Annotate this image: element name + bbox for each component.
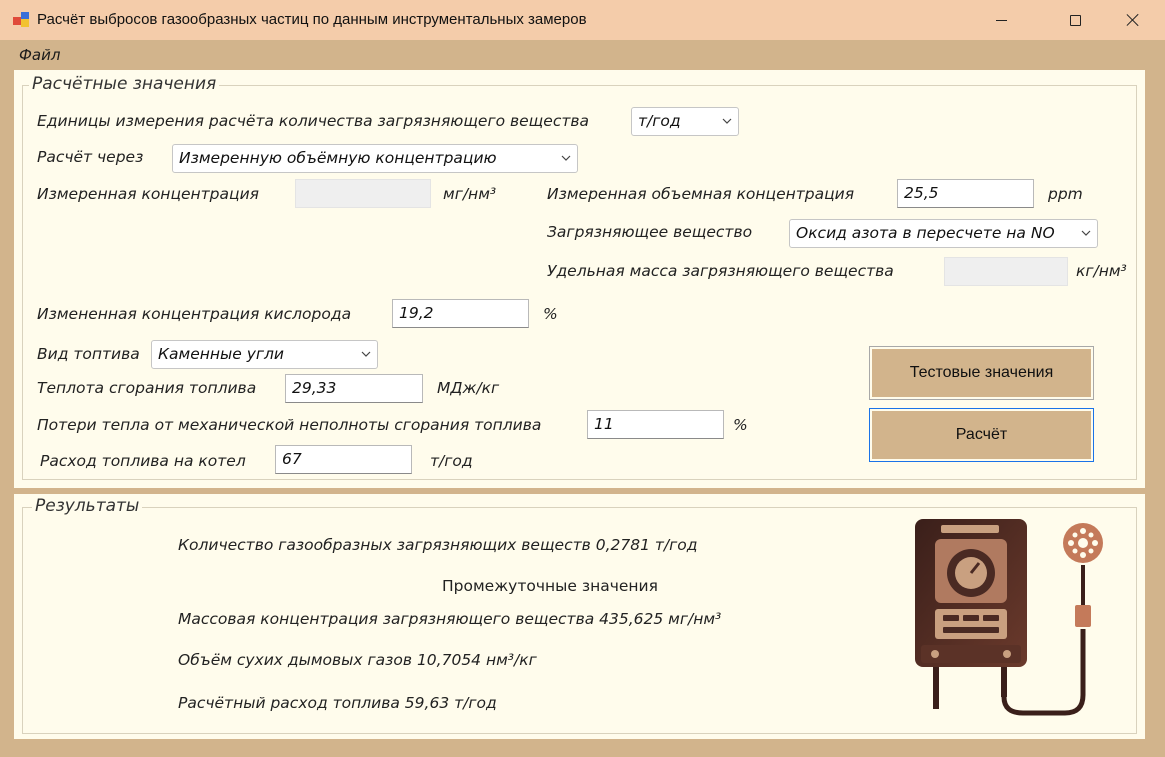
maximize-button[interactable] [1051, 0, 1099, 40]
chevron-down-icon [1081, 230, 1091, 236]
measured-conc-field[interactable] [295, 179, 431, 208]
result-amount: Количество газообразных загрязняющих вещ… [178, 536, 698, 554]
chevron-down-icon [361, 351, 371, 357]
losses-field[interactable]: 11 [587, 410, 724, 439]
oxygen-label: Измененная концентрация кислорода [37, 305, 352, 323]
gas-analyzer-icon [915, 519, 1103, 716]
vol-conc-label: Измеренная объемная концентрация [547, 185, 855, 203]
oxygen-unit: % [543, 305, 558, 323]
pollutant-label: Загрязняющее вещество [547, 223, 753, 241]
fuel-type-label: Вид топтива [37, 345, 140, 363]
consumption-label: Расход топлива на котел [40, 452, 246, 470]
consumption-field[interactable]: 67 [275, 445, 412, 474]
close-icon [1126, 13, 1140, 27]
calc-via-label: Расчёт через [37, 148, 144, 166]
calc-via-select[interactable]: Измеренную объёмную концентрацию [172, 144, 578, 173]
losses-unit: % [733, 416, 748, 434]
heat-field[interactable]: 29,33 [285, 374, 423, 403]
losses-label: Потери тепла от механической неполноты с… [37, 416, 542, 434]
minimize-button[interactable] [977, 0, 1025, 40]
chevron-down-icon [561, 155, 571, 161]
result-fuel-rate: Расчётный расход топлива 59,63 т/год [178, 694, 497, 712]
pollutant-select[interactable]: Оксид азота в пересчете на NO [789, 219, 1098, 248]
specific-mass-unit: кг/нм³ [1076, 262, 1127, 280]
results-legend: Результаты [32, 496, 143, 516]
specific-mass-label: Удельная масса загрязняющего вещества [547, 262, 894, 280]
intermediate-title: Промежуточные значения [442, 577, 658, 595]
maximize-icon [1069, 14, 1081, 26]
close-button[interactable] [1109, 0, 1157, 40]
pollutant-select-value: Оксид азота в пересчете на NO [796, 224, 1055, 242]
specific-mass-field[interactable] [944, 257, 1068, 286]
result-dry-gas: Объём сухих дымовых газов 10,7054 нм³/кг [178, 651, 537, 669]
measured-conc-label: Измеренная концентрация [37, 185, 259, 203]
heat-unit: МДж/кг [437, 379, 500, 397]
oxygen-field[interactable]: 19,2 [392, 299, 529, 328]
vol-conc-field[interactable]: 25,5 [897, 179, 1034, 208]
minimize-icon [995, 19, 1007, 21]
heat-label: Теплота сгорания топлива [37, 379, 257, 397]
measured-conc-unit: мг/нм³ [443, 185, 497, 203]
title-bar: Расчёт выбросов газообразных частиц по д… [0, 0, 1165, 40]
units-label: Единицы измерения расчёта количества заг… [37, 112, 589, 130]
window-title: Расчёт выбросов газообразных частиц по д… [37, 11, 587, 28]
vol-conc-unit: ppm [1048, 185, 1083, 203]
fuel-type-select-value: Каменные угли [158, 345, 284, 363]
app-icon [13, 12, 30, 27]
units-select-value: т/год [638, 112, 681, 130]
result-mass-conc: Массовая концентрация загрязняющего веще… [178, 610, 722, 628]
calc-via-select-value: Измеренную объёмную концентрацию [179, 149, 497, 167]
fuel-type-select[interactable]: Каменные угли [151, 340, 378, 369]
menu-file[interactable]: Файл [19, 46, 60, 64]
calculate-button[interactable]: Расчёт [869, 408, 1094, 462]
calc-values-legend: Расчётные значения [29, 74, 220, 94]
consumption-unit: т/год [430, 452, 473, 470]
units-select[interactable]: т/год [631, 107, 739, 136]
chevron-down-icon [722, 118, 732, 124]
test-values-button[interactable]: Тестовые значения [869, 346, 1094, 400]
